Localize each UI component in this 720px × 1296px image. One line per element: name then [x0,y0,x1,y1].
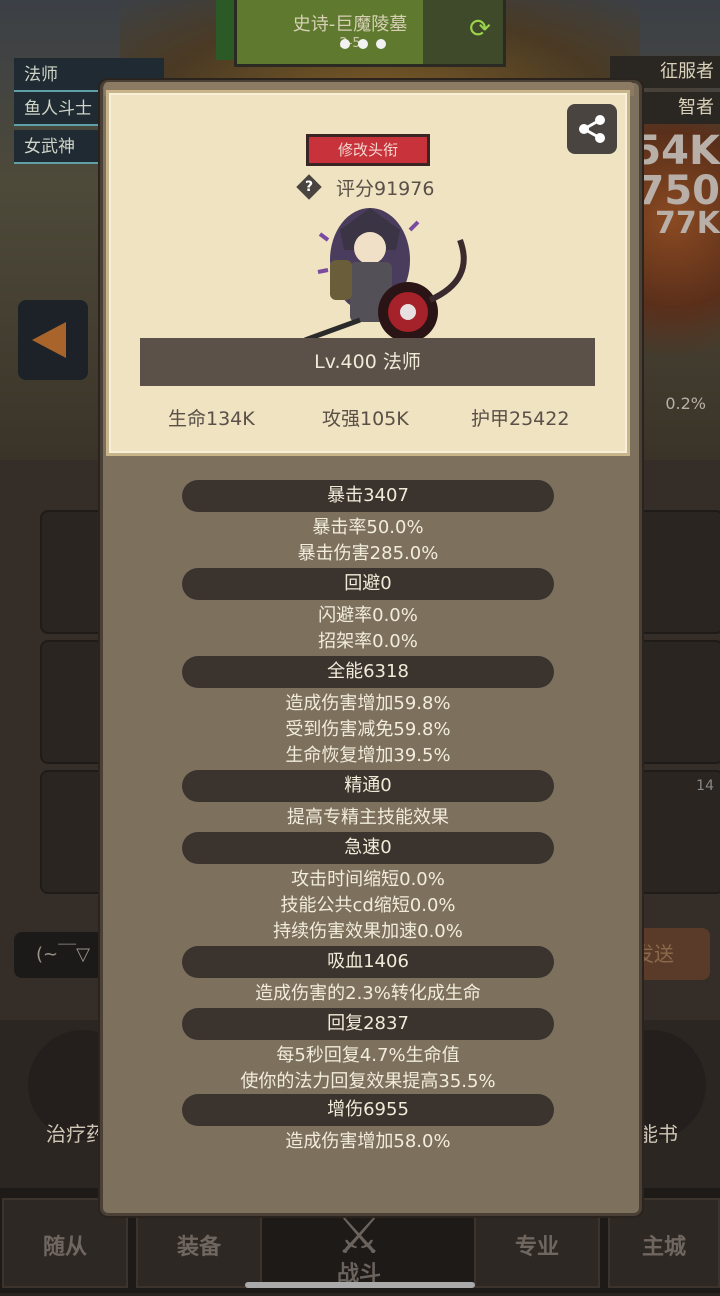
percent-label: 0.2% [665,394,706,413]
section-header-regen: 回复2837 [182,1008,554,1040]
stat-armor: 护甲25422 [471,404,569,431]
section-line: 使你的法力回复效果提高35.5% [100,1067,636,1093]
section-line: 生命恢复增加39.5% [100,741,636,767]
hero-avatar [300,200,480,350]
potion-label: 治疗药 [46,1118,106,1147]
section-line: 受到伤害减免59.8% [100,715,636,741]
section-header-crit: 暴击3407 [182,480,554,512]
refresh-icon[interactable]: ⟳ [465,14,495,44]
section-line: 造成伤害增加58.0% [100,1127,636,1153]
section-header-versatility: 全能6318 [182,656,554,688]
slot-badge: 14 [696,778,714,794]
section-header-mastery: 精通0 [182,770,554,802]
score-value: 评分91976 [336,174,434,201]
section-line: 造成伤害增加59.8% [100,689,636,715]
section-line: 造成伤害的2.3%转化成生命 [100,979,636,1005]
skillbook-label: 能书 [638,1118,678,1147]
back-arrow-button[interactable] [18,300,88,380]
damage-number: 77K [655,206,720,241]
home-indicator[interactable] [245,1282,475,1288]
section-header-damage-bonus: 增伤6955 [182,1094,554,1126]
level-class-bar: Lv.400 法师 [140,338,595,386]
section-line: 闪避率0.0% [100,601,636,627]
section-line: 持续伤害效果加速0.0% [100,917,636,943]
section-header-dodge: 回避0 [182,568,554,600]
section-header-haste: 急速0 [182,832,554,864]
share-icon [576,113,608,145]
edit-title-button[interactable]: 修改头衔 [306,134,430,166]
chat-emote-pill[interactable]: (~￣▽ [14,932,114,978]
section-line: 攻击时间缩短0.0% [100,865,636,891]
section-line: 招架率0.0% [100,627,636,653]
section-line: 暴击伤害285.0% [100,539,636,565]
section-line: 提高专精主技能效果 [100,803,636,829]
stage-title: 史诗-巨魔陵墓 [237,10,463,36]
stat-attack: 攻强105K [322,404,409,431]
section-line: 暴击率50.0% [100,513,636,539]
section-line: 每5秒回复4.7%生命值 [100,1041,636,1067]
section-header-leech: 吸血1406 [182,946,554,978]
more-dots-icon[interactable] [340,34,400,48]
share-button[interactable] [567,104,617,154]
section-line: 技能公共cd缩短0.0% [100,891,636,917]
stat-hp: 生命134K [168,404,255,431]
help-icon[interactable]: ? [296,174,322,200]
